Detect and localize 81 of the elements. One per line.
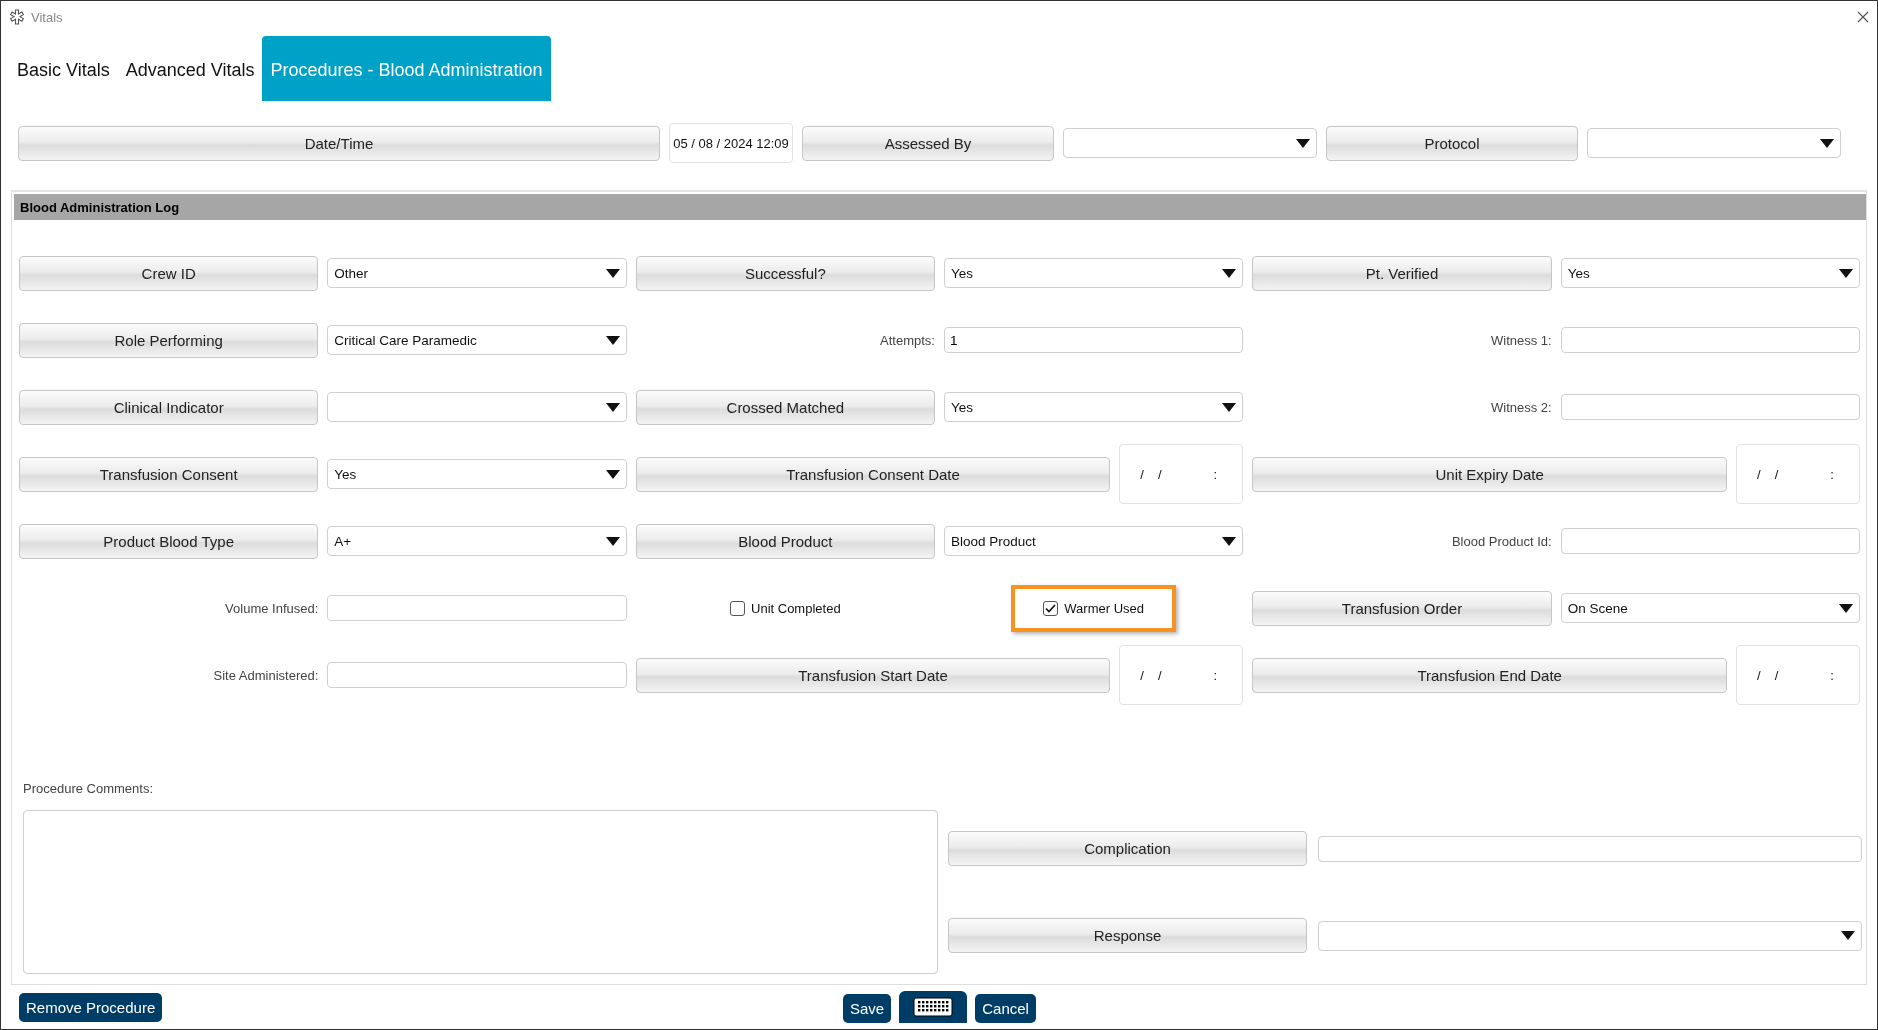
field-label: Volume Infused:	[225, 600, 319, 616]
dropdown-field[interactable]: On Scene	[1560, 593, 1860, 623]
dropdown-field[interactable]	[1318, 920, 1862, 951]
date-field[interactable]: 05 / 08 / 2024 12:09	[669, 123, 793, 163]
field-button[interactable]: Crossed Matched	[635, 389, 935, 425]
dropdown-field[interactable]: Other	[327, 258, 627, 288]
caret-icon	[605, 402, 620, 412]
remove-procedure-button[interactable]: Remove Procedure	[19, 992, 163, 1022]
text-field[interactable]	[1318, 835, 1862, 862]
field-button[interactable]: Transfusion Order	[1252, 590, 1552, 626]
field-button[interactable]: Assessed By	[802, 125, 1054, 161]
cancel-button[interactable]: Cancel	[975, 994, 1036, 1023]
text-field[interactable]	[1560, 394, 1860, 420]
field-button[interactable]: Transfusion End Date	[1252, 657, 1727, 693]
field-button[interactable]: Protocol	[1326, 125, 1578, 161]
section-header: Blood Administration Log	[14, 194, 1866, 220]
dropdown-field[interactable]: Critical Care Paramedic	[327, 325, 627, 355]
date-field[interactable]: / / :	[1119, 645, 1244, 705]
checkbox[interactable]	[1043, 600, 1059, 616]
star-of-life-icon	[9, 9, 25, 25]
field-button[interactable]: Blood Product	[635, 523, 935, 559]
caret-icon	[1839, 603, 1853, 613]
checkbox-label[interactable]: Unit Completed	[730, 600, 841, 616]
dropdown-field[interactable]	[1587, 128, 1841, 158]
field-button[interactable]: Date/Time	[18, 125, 660, 161]
caret-icon	[605, 268, 620, 278]
dropdown-field[interactable]: Blood Product	[944, 526, 1244, 556]
dropdown-field[interactable]: Yes	[327, 459, 627, 489]
dropdown-field[interactable]: Yes	[944, 392, 1244, 422]
dropdown-field[interactable]	[1063, 128, 1317, 158]
caret-icon	[1820, 138, 1834, 148]
field-button[interactable]: Transfusion Consent	[19, 456, 319, 492]
field-label: Witness 2:	[1490, 399, 1552, 415]
dropdown-field[interactable]	[327, 392, 627, 422]
comments-field[interactable]	[23, 810, 938, 974]
field-label: Site Administered:	[213, 667, 319, 683]
caret-icon	[1222, 402, 1237, 412]
field-button[interactable]: Successful?	[635, 255, 935, 291]
field-button[interactable]: Product Blood Type	[19, 523, 319, 559]
window-title: Vitals	[31, 9, 64, 25]
keyboard-button[interactable]	[899, 991, 968, 1023]
field-button[interactable]: Transfusion Consent Date	[635, 456, 1111, 492]
tab[interactable]: Advanced Vitals	[117, 36, 263, 101]
caret-icon	[1296, 138, 1310, 148]
field-label: Witness 1:	[1490, 332, 1552, 348]
caret-icon	[1222, 268, 1237, 278]
field-button[interactable]: Complication	[948, 831, 1307, 866]
field-label: Attempts:	[880, 332, 935, 348]
text-field[interactable]	[327, 662, 627, 688]
field-button[interactable]: Crew ID	[19, 255, 319, 291]
close-icon[interactable]	[1857, 11, 1869, 23]
dropdown-field[interactable]: Yes	[944, 258, 1244, 288]
dropdown-field[interactable]: A+	[327, 526, 627, 556]
caret-icon	[605, 469, 620, 479]
date-field[interactable]: / / :	[1119, 444, 1244, 504]
keyboard-icon	[913, 997, 954, 1017]
caret-icon	[1222, 536, 1237, 546]
field-button[interactable]: Transfusion Start Date	[635, 657, 1111, 693]
checkbox[interactable]	[730, 600, 745, 616]
text-field[interactable]	[1560, 327, 1860, 353]
caret-icon	[605, 536, 620, 546]
field-button[interactable]: Response	[948, 918, 1307, 953]
field-button[interactable]: Unit Expiry Date	[1252, 456, 1727, 492]
field-button[interactable]: Pt. Verified	[1252, 255, 1552, 291]
date-field[interactable]: / / :	[1736, 444, 1860, 504]
field-label: Blood Product Id:	[1451, 533, 1552, 549]
field-button[interactable]: Clinical Indicator	[19, 389, 319, 425]
save-button[interactable]: Save	[843, 994, 892, 1023]
field-button[interactable]: Role Performing	[19, 322, 319, 358]
caret-icon	[605, 335, 620, 345]
tab[interactable]: Basic Vitals	[9, 36, 118, 101]
checkbox-label: Warmer Used	[1064, 600, 1144, 616]
field-label: Procedure Comments:	[23, 781, 155, 796]
checkbox-label: Unit Completed	[751, 600, 841, 616]
date-field[interactable]: / / :	[1736, 645, 1860, 705]
text-field[interactable]	[327, 595, 627, 621]
text-field[interactable]: 1	[944, 327, 1244, 353]
text-field[interactable]	[1560, 528, 1860, 554]
dropdown-field[interactable]: Yes	[1560, 258, 1860, 288]
caret-icon	[1841, 931, 1855, 940]
caret-icon	[1839, 268, 1853, 278]
